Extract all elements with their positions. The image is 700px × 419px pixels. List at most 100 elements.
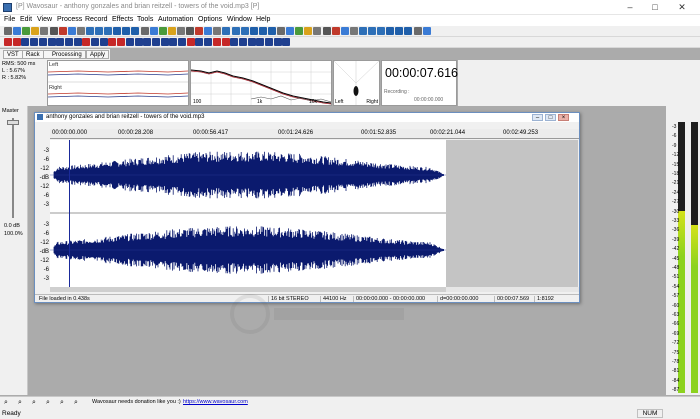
tab-rack[interactable]: Rack xyxy=(22,50,44,59)
toolbar-button-icon[interactable] xyxy=(368,27,376,35)
toolbar-button-icon[interactable] xyxy=(167,27,176,35)
transport-button-icon[interactable] xyxy=(178,38,186,46)
zoom-out-icon[interactable]: ⌕ xyxy=(18,399,22,407)
toolbar-button-icon[interactable] xyxy=(22,27,31,35)
toolbar-button-icon[interactable] xyxy=(404,27,413,35)
toolbar-button-icon[interactable] xyxy=(49,27,58,35)
toolbar-button-icon[interactable] xyxy=(331,27,340,35)
doc-minimize-button[interactable]: – xyxy=(532,114,543,121)
toolbar-button-icon[interactable] xyxy=(31,27,40,35)
processing-checkbox[interactable]: Processing xyxy=(43,50,86,59)
transport-button-icon[interactable] xyxy=(56,38,65,46)
transport-button-icon[interactable] xyxy=(143,38,152,46)
toolbar-button-icon[interactable] xyxy=(104,27,113,35)
toolbar-button-icon[interactable] xyxy=(67,27,76,35)
toolbar-button-icon[interactable] xyxy=(358,27,367,35)
toolbar-button-icon[interactable] xyxy=(377,27,386,35)
transport-button-icon[interactable] xyxy=(230,38,239,46)
toolbar-button-icon[interactable] xyxy=(176,27,185,35)
menu-automation[interactable]: Automation xyxy=(158,16,193,23)
toolbar-button-icon[interactable] xyxy=(131,27,140,35)
transport-button-icon[interactable] xyxy=(195,38,204,46)
transport-button-icon[interactable] xyxy=(134,38,143,46)
menu-window[interactable]: Window xyxy=(227,16,252,23)
toolbar-button-icon[interactable] xyxy=(76,27,85,35)
menu-file[interactable]: File xyxy=(4,16,15,23)
transport-button-icon[interactable] xyxy=(169,38,178,46)
transport-button-icon[interactable] xyxy=(282,38,291,46)
zoom-in-icon[interactable]: ⌕ xyxy=(4,399,8,407)
toolbar-button-icon[interactable] xyxy=(395,27,404,35)
menu-record[interactable]: Record xyxy=(85,16,108,23)
transport-button-icon[interactable] xyxy=(82,38,91,46)
toolbar-button-icon[interactable] xyxy=(286,27,295,35)
toolbar-button-icon[interactable] xyxy=(140,27,149,35)
transport-button-icon[interactable] xyxy=(12,38,21,46)
transport-button-icon[interactable] xyxy=(265,38,273,46)
toolbar-button-icon[interactable] xyxy=(267,27,276,35)
toolbar-button-icon[interactable] xyxy=(40,27,49,35)
toolbar-button-icon[interactable] xyxy=(277,27,285,35)
toolbar-button-icon[interactable] xyxy=(386,27,395,35)
toolbar-button-icon[interactable] xyxy=(295,27,304,35)
website-link[interactable]: https://www.wavosaur.com xyxy=(183,399,248,405)
close-button[interactable]: ✕ xyxy=(670,0,694,15)
transport-button-icon[interactable] xyxy=(73,38,82,46)
transport-button-icon[interactable] xyxy=(21,38,30,46)
toolbar-button-icon[interactable] xyxy=(422,27,431,35)
toolbar-button-icon[interactable] xyxy=(322,27,331,35)
toolbar-button-icon[interactable] xyxy=(158,27,167,35)
transport-button-icon[interactable] xyxy=(91,38,99,46)
toolbar-button-icon[interactable] xyxy=(13,27,22,35)
transport-button-icon[interactable] xyxy=(221,38,230,46)
transport-button-icon[interactable] xyxy=(204,38,213,46)
toolbar-button-icon[interactable] xyxy=(231,27,240,35)
toolbar-button-icon[interactable] xyxy=(149,27,158,35)
doc-maximize-button[interactable]: □ xyxy=(545,114,556,121)
transport-button-icon[interactable] xyxy=(212,38,221,46)
tab-vst[interactable]: VST xyxy=(3,50,23,59)
maximize-button[interactable]: □ xyxy=(643,0,667,15)
toolbar-button-icon[interactable] xyxy=(85,27,94,35)
toolbar-button-icon[interactable] xyxy=(4,27,12,35)
transport-button-icon[interactable] xyxy=(108,38,117,46)
transport-button-icon[interactable] xyxy=(64,38,73,46)
transport-button-icon[interactable] xyxy=(238,38,247,46)
transport-button-icon[interactable] xyxy=(247,38,256,46)
toolbar-button-icon[interactable] xyxy=(213,27,222,35)
time-ruler[interactable]: 00:00:00.000 00:00:28.208 00:00:56.417 0… xyxy=(50,129,579,139)
toolbar-button-icon[interactable] xyxy=(349,27,358,35)
transport-button-icon[interactable] xyxy=(125,38,134,46)
toolbar-button-icon[interactable] xyxy=(113,27,122,35)
toolbar-button-icon[interactable] xyxy=(340,27,349,35)
zoom-fit-icon[interactable]: ⌕ xyxy=(60,399,64,407)
menu-edit[interactable]: Edit xyxy=(20,16,32,23)
toolbar-button-icon[interactable] xyxy=(240,27,249,35)
playback-cursor[interactable] xyxy=(69,140,70,287)
menu-view[interactable]: View xyxy=(37,16,52,23)
toolbar-button-icon[interactable] xyxy=(413,27,422,35)
transport-button-icon[interactable] xyxy=(151,38,160,46)
transport-button-icon[interactable] xyxy=(256,38,265,46)
menu-help[interactable]: Help xyxy=(256,16,270,23)
zoom-selection-icon[interactable]: ⌕ xyxy=(32,399,36,407)
toolbar-button-icon[interactable] xyxy=(304,27,313,35)
toolbar-button-icon[interactable] xyxy=(249,27,258,35)
transport-button-icon[interactable] xyxy=(117,38,126,46)
toolbar-button-icon[interactable] xyxy=(204,27,213,35)
doc-close-button[interactable]: × xyxy=(558,114,569,121)
apply-button[interactable]: Apply xyxy=(86,50,110,59)
transport-button-icon[interactable] xyxy=(186,38,195,46)
toolbar-button-icon[interactable] xyxy=(195,27,204,35)
menu-process[interactable]: Process xyxy=(57,16,82,23)
toolbar-button-icon[interactable] xyxy=(222,27,231,35)
transport-button-icon[interactable] xyxy=(30,38,39,46)
minimize-button[interactable]: – xyxy=(618,0,642,15)
toolbar-button-icon[interactable] xyxy=(313,27,322,35)
waveform-view[interactable] xyxy=(50,140,446,287)
zoom-all-icon[interactable]: ⌕ xyxy=(46,399,50,407)
menu-options[interactable]: Options xyxy=(198,16,222,23)
transport-button-icon[interactable] xyxy=(160,38,169,46)
menu-effects[interactable]: Effects xyxy=(112,16,133,23)
master-fader-handle[interactable] xyxy=(7,120,19,125)
